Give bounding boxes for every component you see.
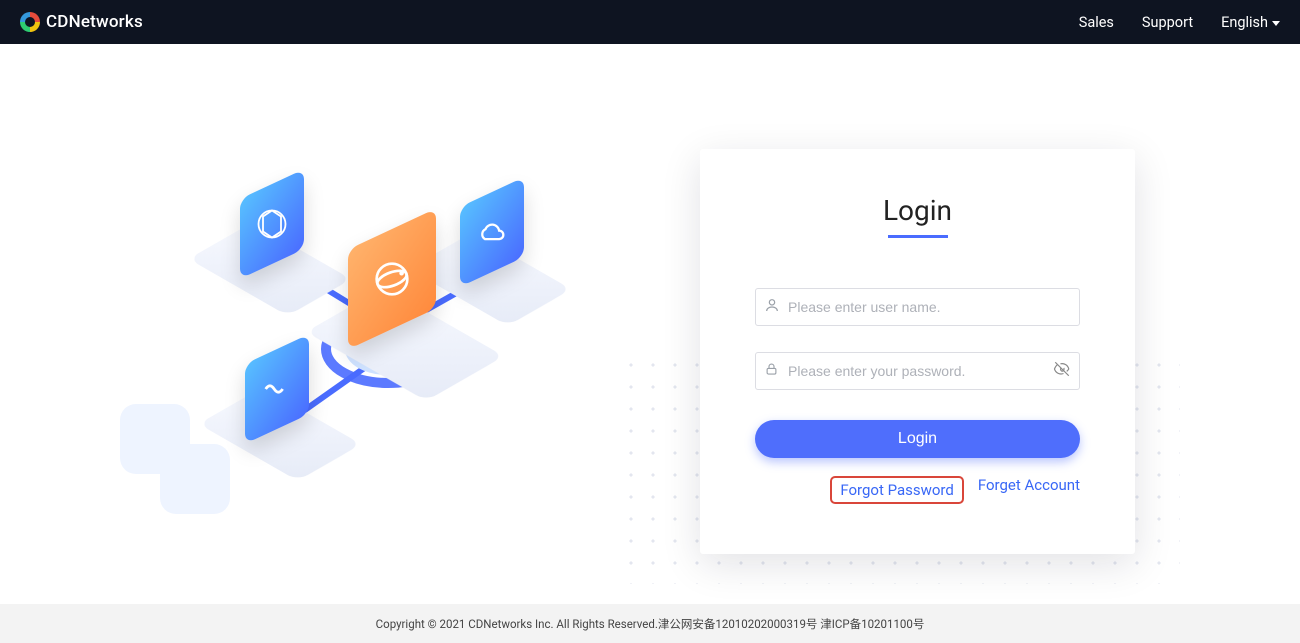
nav-sales[interactable]: Sales: [1079, 14, 1114, 31]
nav-links: Sales Support English: [1079, 14, 1280, 31]
username-input[interactable]: [755, 288, 1080, 326]
user-icon: [764, 297, 780, 317]
eye-off-icon[interactable]: [1053, 360, 1071, 382]
nav-language-selector[interactable]: English: [1221, 14, 1280, 31]
lock-icon: [764, 362, 779, 381]
nav-language-label: English: [1221, 14, 1268, 31]
helper-links: Forgot Password Forget Account: [755, 476, 1080, 504]
password-input[interactable]: [755, 352, 1080, 390]
page-content: Login Login Forgot Password Forget Accou…: [0, 44, 1300, 604]
login-button[interactable]: Login: [755, 420, 1080, 458]
brand-name: CDNetworks: [46, 12, 143, 32]
brand-logo-icon: [20, 12, 40, 32]
title-underline-decoration: [888, 235, 948, 238]
login-title: Login: [755, 194, 1080, 227]
login-card: Login Login Forgot Password Forget Accou…: [700, 149, 1135, 554]
password-field-wrap: [755, 352, 1080, 390]
chevron-down-icon: [1272, 21, 1280, 26]
username-field-wrap: [755, 288, 1080, 326]
hero-illustration: [110, 174, 570, 514]
forget-account-link[interactable]: Forget Account: [978, 476, 1080, 504]
footer: Copyright © 2021 CDNetworks Inc. All Rig…: [0, 604, 1300, 643]
forgot-password-link[interactable]: Forgot Password: [830, 476, 964, 504]
copyright-text: Copyright © 2021 CDNetworks Inc. All Rig…: [376, 616, 925, 632]
top-nav: CDNetworks Sales Support English: [0, 0, 1300, 44]
nav-support[interactable]: Support: [1142, 14, 1193, 31]
brand: CDNetworks: [20, 12, 143, 32]
